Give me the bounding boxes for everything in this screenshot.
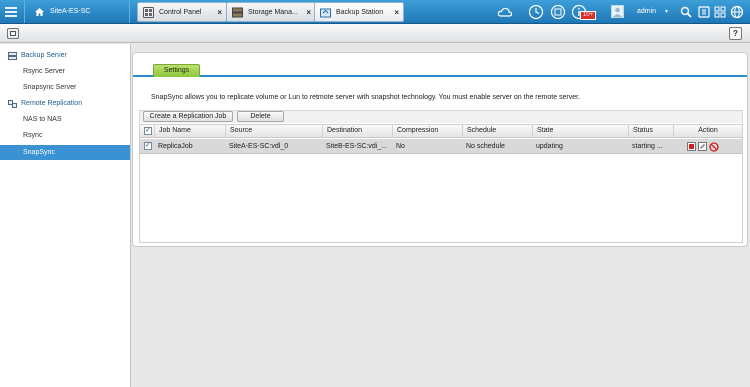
sidebar-item-label: Rsync Server: [23, 68, 66, 75]
replication-icon: [8, 100, 17, 108]
column-header-action: Action: [673, 125, 742, 138]
sidebar-item-rsync[interactable]: Rsync: [0, 128, 130, 143]
tab-label: Backup Station: [336, 9, 384, 16]
storage-icon: [232, 7, 243, 18]
description-text: SnapSync allows you to replicate volume …: [151, 94, 581, 101]
stop-icon[interactable]: [687, 142, 696, 151]
column-header-job-name[interactable]: Job Name: [154, 125, 225, 138]
cloud-icon[interactable]: [497, 4, 513, 20]
tab-settings[interactable]: Settings: [153, 64, 200, 77]
create-replication-job-button[interactable]: Create a Replication Job: [143, 111, 233, 122]
control-panel-icon: [143, 7, 154, 18]
column-header-schedule[interactable]: Schedule: [462, 125, 532, 138]
cell-job-name: ReplicaJob: [158, 143, 193, 150]
sidebar-group-label: Remote Replication: [21, 100, 83, 107]
sidebar-group-backup-server[interactable]: Backup Server: [0, 48, 131, 63]
dashboard-icon[interactable]: [712, 4, 728, 20]
sidebar-group-remote-replication[interactable]: Remote Replication: [0, 96, 131, 111]
edit-icon[interactable]: [698, 142, 707, 151]
home-icon: [35, 8, 44, 16]
user-avatar[interactable]: [611, 5, 624, 18]
replication-job-table: ✓ Job Name Source Destination Compressio…: [139, 124, 743, 243]
column-header-source[interactable]: Source: [225, 125, 322, 138]
select-all-cell: ✓: [140, 125, 154, 138]
disable-icon[interactable]: [709, 142, 719, 152]
search-icon[interactable]: [678, 4, 694, 20]
top-bar: SiteA-ES-SC Control Panel × Storage Mana…: [0, 0, 750, 24]
chevron-down-icon[interactable]: ▾: [665, 8, 668, 15]
close-icon[interactable]: ×: [306, 8, 311, 17]
backup-icon: [320, 8, 331, 18]
close-icon[interactable]: ×: [217, 8, 222, 17]
column-header-state[interactable]: State: [532, 125, 628, 138]
window-icon[interactable]: [7, 28, 19, 39]
sidebar-item-rsync-server[interactable]: Rsync Server: [0, 64, 130, 79]
options-icon[interactable]: [696, 4, 712, 20]
server-icon: [8, 52, 17, 60]
column-header-status[interactable]: Status: [628, 125, 673, 138]
column-header-destination[interactable]: Destination: [322, 125, 392, 138]
cell-destination: SiteB-ES-SC:vdi_...: [326, 143, 388, 150]
sidebar-item-nas-to-nas[interactable]: NAS to NAS: [0, 112, 130, 127]
settings-panel: Settings SnapSync allows you to replicat…: [132, 52, 748, 247]
app-toolbar: [0, 24, 750, 43]
tab-label: Storage Mana...: [248, 9, 298, 16]
sidebar-item-label: NAS to NAS: [23, 116, 62, 123]
clock-icon[interactable]: [528, 4, 544, 20]
sidebar-group-label: Backup Server: [21, 52, 67, 59]
row-checkbox[interactable]: ✓: [144, 142, 152, 150]
tab-control-panel[interactable]: Control Panel ×: [137, 2, 227, 22]
cell-state: updating: [536, 143, 563, 150]
host-name: SiteA-ES-SC: [50, 8, 91, 15]
column-header-compression[interactable]: Compression: [392, 125, 462, 138]
table-header: ✓ Job Name Source Destination Compressio…: [140, 125, 742, 138]
cell-compression: No: [396, 143, 405, 150]
tab-backup-station[interactable]: Backup Station ×: [314, 2, 404, 22]
sidebar-item-label: Snapsync Server: [23, 84, 77, 91]
sidebar-item-snapsync[interactable]: SnapSync: [0, 145, 130, 160]
tab-storage-manager[interactable]: Storage Mana... ×: [226, 2, 316, 22]
delete-button[interactable]: Delete: [237, 111, 284, 122]
cell-source: SiteA-ES-SC:vdl_0: [229, 143, 289, 150]
home-tab[interactable]: SiteA-ES-SC: [24, 1, 130, 23]
sidebar-item-snapsync-server[interactable]: Snapsync Server: [0, 80, 130, 95]
user-icon: [613, 7, 622, 17]
sidebar: Backup Server Rsync Server Snapsync Serv…: [0, 44, 131, 387]
tab-strip: Settings: [133, 62, 747, 77]
globe-icon[interactable]: [729, 4, 745, 20]
cell-schedule: No schedule: [466, 143, 505, 150]
close-icon[interactable]: ×: [394, 8, 399, 17]
main-menu-icon[interactable]: [4, 5, 18, 19]
cell-status: starting ...: [632, 143, 663, 150]
user-name[interactable]: admin: [637, 8, 656, 15]
task-icon[interactable]: [550, 4, 566, 20]
sidebar-item-label: SnapSync: [23, 149, 55, 156]
notification-badge: 10+: [580, 11, 597, 20]
table-row[interactable]: ✓ ReplicaJob SiteA-ES-SC:vdl_0 SiteB-ES-…: [140, 139, 742, 154]
help-button[interactable]: ?: [729, 27, 742, 40]
sidebar-item-label: Rsync: [23, 132, 43, 139]
select-all-checkbox[interactable]: ✓: [144, 127, 152, 135]
tab-label: Control Panel: [159, 9, 202, 16]
